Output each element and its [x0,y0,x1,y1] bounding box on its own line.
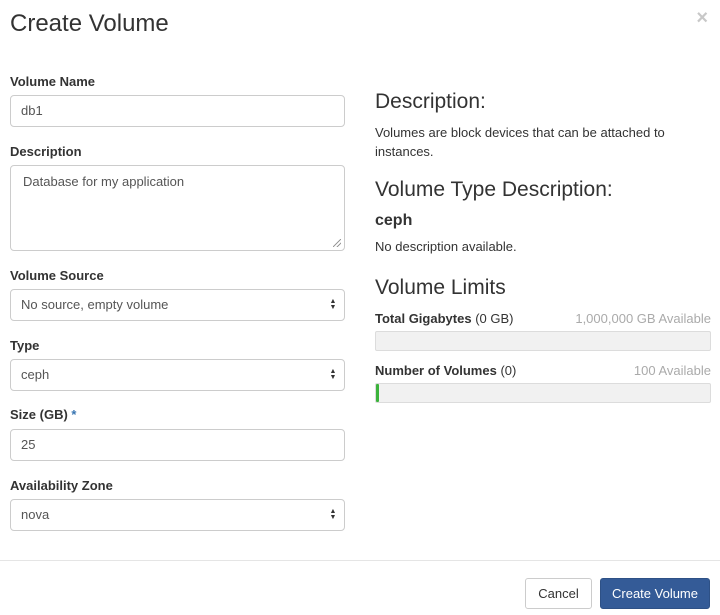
size-input[interactable]: 25 [10,429,345,461]
limit-used: (0) [500,363,517,378]
page-title: Create Volume [10,10,169,37]
volume-source-value: No source, empty volume [21,297,169,312]
progress-bar-fill [376,384,380,402]
availability-zone-label: Availability Zone [10,478,113,493]
create-volume-button[interactable]: Create Volume [600,578,710,609]
resize-grip-icon[interactable] [333,239,341,247]
description-info-text: Volumes are block devices that can be at… [375,125,665,159]
select-arrows-icon: ▲ ▼ [329,368,337,381]
close-icon[interactable]: × [696,8,708,28]
progress-bar [375,383,711,403]
volume-name-group: Volume Name [10,74,95,89]
type-select[interactable]: ceph ▲ ▼ [10,359,345,391]
limit-available: 100 Available [633,363,711,378]
description-heading: Description: [375,90,486,113]
description-text: Database for my application [23,174,185,189]
type-value: ceph [21,367,50,382]
volume-limits-heading: Volume Limits [375,276,506,299]
required-mark: * [71,407,77,422]
availability-zone-value: nova [21,507,50,522]
volume-type-text: No description available. [375,239,517,254]
select-arrows-icon: ▲ ▼ [329,508,337,521]
limit-total-gigabytes: Total Gigabytes (0 GB) 1,000,000 GB Avai… [375,311,711,351]
volume-source-label: Volume Source [10,268,104,283]
limit-available: 1,000,000 GB Available [575,311,711,326]
availability-zone-select[interactable]: nova ▲ ▼ [10,499,345,531]
select-arrows-icon: ▲ ▼ [329,298,337,311]
volume-name-label: Volume Name [10,74,96,89]
progress-bar [375,331,711,351]
volume-name-input[interactable]: db1 [10,95,345,127]
type-label: Type [10,338,40,353]
limit-used: (0 GB) [475,311,514,326]
modal-header: Create Volume × [0,0,720,58]
cancel-button[interactable]: Cancel [525,578,592,609]
volume-source-select[interactable]: No source, empty volume ▲ ▼ [10,289,345,321]
limit-name: Number of Volumes [375,363,497,378]
volume-type-name: ceph [375,212,413,229]
size-label-text: Size (GB) [10,407,68,422]
limit-name: Total Gigabytes [375,311,472,326]
limit-number-of-volumes: Number of Volumes (0) 100 Available [375,363,711,403]
description-label: Description [10,144,82,159]
size-label: Size (GB) * [10,407,76,422]
description-textarea[interactable]: Database for my application [10,165,345,251]
modal-footer: Cancel Create Volume [0,560,720,615]
volume-type-heading: Volume Type Description: [375,178,613,201]
